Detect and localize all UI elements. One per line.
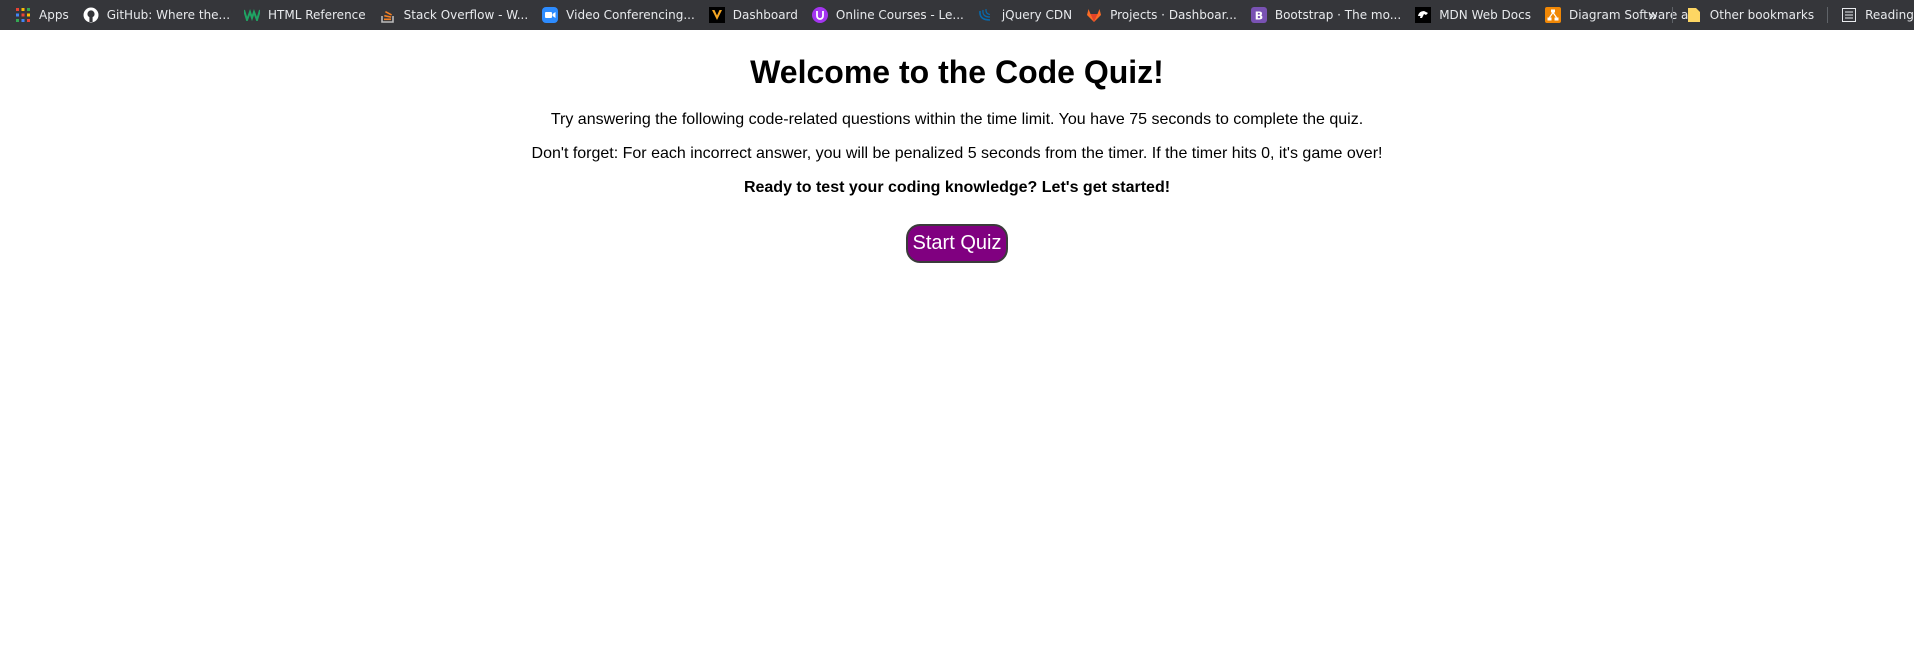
bookmark-label: MDN Web Docs: [1439, 8, 1531, 22]
other-bookmarks-label: Other bookmarks: [1709, 8, 1815, 22]
jquery-icon: [978, 7, 994, 23]
svg-text:B: B: [1255, 10, 1263, 23]
bookmark-label: jQuery CDN: [1001, 8, 1073, 22]
bookmark-label: Video Conferencing...: [566, 8, 695, 22]
page-title: Welcome to the Code Quiz!: [750, 54, 1164, 90]
bookmark-label: Apps: [39, 8, 69, 22]
bookmark-label: Projects · Dashboar...: [1110, 8, 1237, 22]
bookmark-stack-overflow[interactable]: Stack Overflow - W...: [373, 3, 536, 27]
zoom-icon: [542, 7, 559, 23]
html-reference-icon: [244, 7, 261, 23]
bookmark-label: Bootstrap · The mo...: [1274, 8, 1402, 22]
v-logo-icon: [708, 7, 725, 23]
bookmark-bootstrap[interactable]: B Bootstrap · The mo...: [1244, 3, 1408, 27]
bookmark-projects-dashboard[interactable]: Projects · Dashboar...: [1079, 3, 1244, 27]
bookmark-html-reference[interactable]: HTML Reference: [237, 3, 373, 27]
intro-text: Try answering the following code-related…: [550, 111, 1364, 128]
diagram-icon: [1544, 7, 1561, 23]
bookmarks-bar: Apps GitHub: Where the... HTML Reference…: [0, 0, 1914, 30]
bookmark-github[interactable]: GitHub: Where the...: [76, 3, 237, 27]
quiz-intro: Welcome to the Code Quiz! Try answering …: [0, 30, 1914, 263]
bookmark-online-courses[interactable]: Online Courses - Le...: [805, 3, 971, 27]
separator: [1827, 7, 1829, 23]
mdn-icon: [1415, 7, 1432, 23]
reading-list-icon: [1841, 7, 1857, 23]
folder-icon: [1686, 7, 1702, 23]
separator: [1671, 7, 1673, 23]
bookmark-mdn-web-docs[interactable]: MDN Web Docs: [1408, 3, 1538, 27]
reading-list-button[interactable]: Reading list: [1834, 3, 1914, 27]
github-icon: [83, 7, 99, 23]
ready-text: Ready to test your coding knowledge? Let…: [743, 179, 1171, 196]
bookmark-label: Stack Overflow - W...: [403, 8, 529, 22]
stack-overflow-icon: [380, 7, 396, 23]
other-bookmarks-button[interactable]: Other bookmarks: [1679, 3, 1821, 27]
bookmark-jquery-cdn[interactable]: jQuery CDN: [971, 3, 1079, 27]
penalty-warning-text: Don't forget: For each incorrect answer,…: [531, 145, 1383, 162]
bookmark-label: GitHub: Where the...: [106, 8, 231, 22]
bookmark-label: Dashboard: [732, 8, 798, 22]
bookmark-label: HTML Reference: [268, 8, 366, 22]
start-quiz-button[interactable]: Start Quiz: [906, 224, 1008, 263]
gitlab-icon: [1086, 7, 1102, 23]
reading-list-label: Reading list: [1865, 8, 1914, 22]
bookmark-dashboard[interactable]: Dashboard: [702, 3, 805, 27]
bootstrap-icon: B: [1250, 7, 1267, 23]
apps-grid-icon: [15, 7, 31, 23]
bookmark-video-conferencing[interactable]: Video Conferencing...: [535, 3, 702, 27]
more-bookmarks-chevron-icon[interactable]: »: [1640, 6, 1666, 25]
udemy-icon: [811, 7, 828, 23]
bookmark-label: Online Courses - Le...: [835, 8, 964, 22]
bookmark-apps[interactable]: Apps: [8, 3, 76, 27]
